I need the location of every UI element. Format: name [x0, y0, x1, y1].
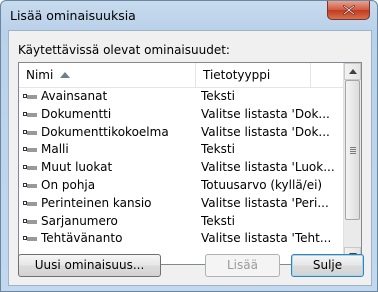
list-item[interactable]: Tehtävänanto Valitse listasta 'Teht... [19, 230, 344, 248]
item-type: Teksti [201, 142, 235, 157]
item-type: Valitse listasta 'Dok... [201, 124, 330, 139]
item-name: Dokumenttikokoelma [41, 124, 169, 139]
item-name: Tehtävänanto [41, 231, 123, 246]
list-header: Nimi Tietotyyppi [19, 63, 344, 88]
item-name: On pohja [41, 177, 96, 192]
dialog-body: Käytettävissä olevat ominaisuudet: Nimi … [8, 30, 372, 286]
item-type: Valitse listasta 'Peri... [201, 195, 329, 210]
grip-line [350, 149, 356, 150]
property-icon [23, 182, 37, 188]
add-properties-dialog: Lisää ominaisuuksia Käytettävissä olevat… [0, 0, 378, 292]
list-item[interactable]: Dokumentti Valitse listasta 'Dok... [19, 106, 344, 124]
column-header-name-label: Nimi [26, 68, 54, 82]
property-icon [23, 236, 37, 241]
available-properties-label: Käytettävissä olevat ominaisuudet: [18, 43, 230, 57]
item-name: Dokumentti [41, 106, 112, 121]
list-rows: Avainsanat Teksti Dokumentti Valitse listas… [19, 88, 344, 248]
item-name: Avainsanat [41, 89, 108, 103]
property-icon [23, 218, 37, 224]
grip-line [350, 153, 356, 154]
property-icon [23, 94, 37, 99]
list-item[interactable]: On pohja Totuusarvo (kyllä/ei) [19, 177, 344, 195]
property-icon [23, 165, 37, 170]
add-label: Lisää [227, 258, 258, 272]
item-type: Teksti [201, 213, 235, 228]
property-icon [23, 111, 37, 117]
property-icon [23, 200, 37, 206]
item-type: Valitse listasta 'Teht... [201, 231, 332, 246]
scroll-up-button[interactable] [344, 63, 361, 80]
item-name: Muut luokat [41, 160, 113, 175]
close-button[interactable]: Sulje [291, 254, 364, 277]
grip-line [350, 147, 356, 148]
property-icon [23, 129, 37, 135]
vertical-scrollbar[interactable] [343, 63, 361, 264]
column-header-name[interactable]: Nimi [19, 63, 196, 87]
close-icon [343, 5, 355, 15]
column-header-type-label: Tietotyyppi [203, 68, 271, 82]
item-name: Malli [41, 142, 69, 157]
label-text: Käytettävissä olevat ominaisuudet: [18, 43, 230, 57]
window-title: Lisää ominaisuuksia [10, 8, 136, 23]
property-icon [23, 147, 37, 152]
scroll-up-icon [349, 69, 357, 74]
new-property-label: Uusi ominaisuus... [34, 258, 145, 272]
list-item[interactable]: Perinteinen kansio Valitse listasta 'Peri… [19, 195, 344, 213]
sort-ascending-icon [60, 72, 70, 78]
close-window-button[interactable] [327, 1, 370, 20]
list-item[interactable]: Avainsanat Teksti [19, 88, 344, 106]
item-type: Valitse listasta 'Luok... [201, 160, 335, 175]
scroll-thumb[interactable] [345, 80, 360, 220]
grip-line [350, 151, 356, 152]
new-property-button[interactable]: Uusi ominaisuus... [18, 254, 161, 277]
list-item[interactable]: Sarjanumero Teksti [19, 213, 344, 231]
list-item[interactable]: Muut luokat Valitse listasta 'Luok... [19, 159, 344, 177]
close-label: Sulje [312, 258, 343, 272]
list-item[interactable]: Dokumenttikokoelma Valitse listasta 'Dok.… [19, 124, 344, 142]
column-header-type[interactable]: Tietotyyppi [196, 63, 311, 87]
properties-list[interactable]: Nimi Tietotyyppi Avainsanat Teksti Dokumen… [18, 62, 362, 265]
item-name: Sarjanumero [41, 213, 118, 228]
item-name: Perinteinen kansio [41, 195, 152, 210]
item-type: Totuusarvo (kyllä/ei) [201, 177, 323, 192]
title-bar[interactable]: Lisää ominaisuuksia [1, 1, 377, 29]
item-type: Teksti [201, 89, 235, 103]
list-item[interactable]: Malli Teksti [19, 141, 344, 159]
add-button[interactable]: Lisää [205, 254, 280, 277]
item-type: Valitse listasta 'Dok... [201, 106, 330, 121]
